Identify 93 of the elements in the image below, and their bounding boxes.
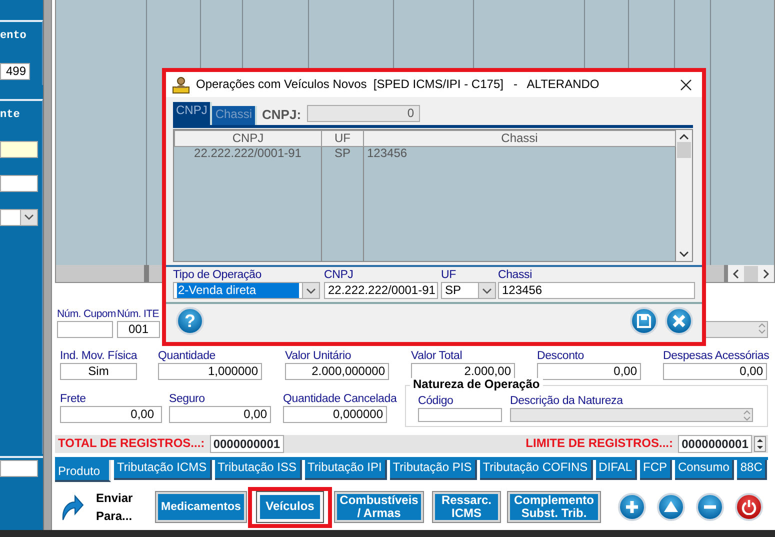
input-field[interactable]: Sim	[60, 363, 137, 380]
dropdown-field[interactable]: SP	[441, 282, 496, 299]
scrollbar[interactable]	[724, 265, 774, 282]
tab[interactable]: Produto	[55, 460, 111, 482]
triangle-up-icon	[663, 499, 679, 515]
field-label: Ind. Mov. Física	[60, 349, 138, 363]
button[interactable]: Combustíveis / Armas	[335, 492, 423, 522]
chevron-right-icon[interactable]	[762, 268, 770, 278]
window-title: Operações com Veículos Novos [SPED ICMS/IPI - C175] - ALTERANDO	[196, 78, 600, 92]
close-button[interactable]	[665, 306, 693, 334]
field-label: Despesas Acessórias	[663, 349, 770, 363]
input-field[interactable]	[0, 174, 38, 192]
field-label: Descrição da Natureza	[510, 394, 623, 408]
scroll-thumb[interactable]	[677, 142, 691, 158]
column-header[interactable]: UF	[322, 130, 364, 146]
panel-title: nte	[0, 109, 20, 122]
field-label: Tipo de Operação	[173, 268, 262, 282]
input-field[interactable]	[0, 460, 38, 477]
chevron-down-icon[interactable]	[23, 212, 35, 222]
field-label: Quantidade Cancelada	[283, 392, 397, 406]
input-field[interactable]: 0	[307, 105, 420, 122]
chevron-down-icon[interactable]	[305, 286, 317, 296]
field-label: Valor Unitário	[285, 349, 352, 363]
field-label: Seguro	[169, 392, 205, 406]
field-label: Valor Total	[411, 349, 462, 363]
input-field[interactable]: 22.222.222/0001-91	[324, 282, 438, 299]
button[interactable]: Complemento Subst. Trib.	[508, 492, 600, 522]
power-button[interactable]	[735, 493, 763, 521]
column-header[interactable]: Chassi	[364, 130, 676, 146]
tab[interactable]: Consumo	[675, 460, 734, 480]
input-field[interactable]	[0, 140, 38, 158]
field-label: Desconto	[537, 349, 584, 363]
close-icon	[671, 312, 687, 328]
chevron-up-icon[interactable]	[679, 133, 689, 140]
field-label: Núm. ITE	[117, 307, 159, 321]
tab[interactable]: 88C	[737, 460, 768, 480]
field-label: Núm. Cupom	[57, 307, 116, 321]
input-field[interactable]: 2.000,000000	[285, 363, 389, 380]
curved-arrow-icon[interactable]	[60, 493, 84, 521]
field-label: Chassi	[498, 268, 532, 282]
table-cell: SP	[322, 146, 364, 161]
field-label: CNPJ:	[262, 108, 302, 123]
input-field[interactable]	[57, 321, 113, 338]
power-icon	[741, 499, 757, 515]
total-count: 0000000001	[210, 435, 284, 453]
button[interactable]: Veículos	[257, 492, 323, 522]
tab[interactable]: FCP	[640, 460, 672, 480]
chevron-left-icon[interactable]	[732, 268, 740, 278]
tab[interactable]: Tributação IPI	[304, 460, 387, 480]
scrollbar[interactable]	[676, 130, 692, 261]
input-field[interactable]	[418, 408, 502, 422]
dropdown-field[interactable]	[0, 208, 38, 226]
chevron-down-icon[interactable]	[481, 286, 493, 296]
tab[interactable]: Tributação ICMS	[114, 460, 212, 480]
input-field[interactable]: 0,00	[537, 363, 641, 380]
table-cell: 22.222.222/0001-91	[174, 146, 322, 161]
tab[interactable]: DIFAL	[596, 460, 638, 480]
input-field[interactable]: 499	[0, 62, 30, 80]
field-label: Frete	[60, 392, 86, 406]
total-label: TOTAL DE REGISTROS...:	[58, 437, 205, 451]
input-field[interactable]: 1,000000	[158, 363, 262, 380]
save-button[interactable]	[630, 306, 658, 334]
tab[interactable]: Tributação COFINS	[480, 460, 593, 480]
up-button[interactable]	[657, 493, 685, 521]
add-button[interactable]	[618, 493, 646, 521]
close-icon[interactable]	[680, 78, 692, 90]
panel-title: ento	[0, 30, 26, 43]
input-field[interactable]: 0,00	[663, 363, 767, 380]
group-title: Natureza de Operação	[410, 378, 543, 392]
limit-field[interactable]: 0000000001	[678, 435, 752, 453]
plus-icon	[624, 499, 640, 515]
dropdown-field[interactable]: 2-Venda direta	[173, 282, 320, 299]
field-label: Código	[418, 394, 454, 408]
column-header[interactable]: CNPJ	[174, 130, 322, 146]
input-field[interactable]: 001	[117, 321, 160, 338]
button[interactable]: Medicamentos	[156, 492, 246, 522]
input-field[interactable]: 0,000000	[283, 406, 387, 423]
limit-label: LIMITE DE REGISTROS...:	[526, 437, 673, 451]
tab[interactable]: CNPJ	[173, 102, 212, 125]
field-label: Quantidade	[158, 349, 216, 363]
input-field[interactable]: 0,00	[60, 406, 162, 423]
chevron-down-icon[interactable]	[679, 251, 689, 258]
field-label: UF	[441, 268, 456, 282]
tab[interactable]: Tributação ISS	[214, 460, 302, 480]
remove-button[interactable]	[696, 493, 724, 521]
field-label: CNPJ	[324, 268, 354, 282]
send-label[interactable]: Enviar Para...	[96, 489, 144, 525]
spinner-icon[interactable]	[754, 436, 766, 452]
user-icon	[172, 76, 190, 94]
input-field[interactable]: 0,00	[169, 406, 271, 423]
tab[interactable]: Tributação PIS	[390, 460, 477, 480]
button[interactable]: Ressarc. ICMS	[433, 492, 500, 522]
input-field[interactable]: 123456	[498, 282, 695, 299]
